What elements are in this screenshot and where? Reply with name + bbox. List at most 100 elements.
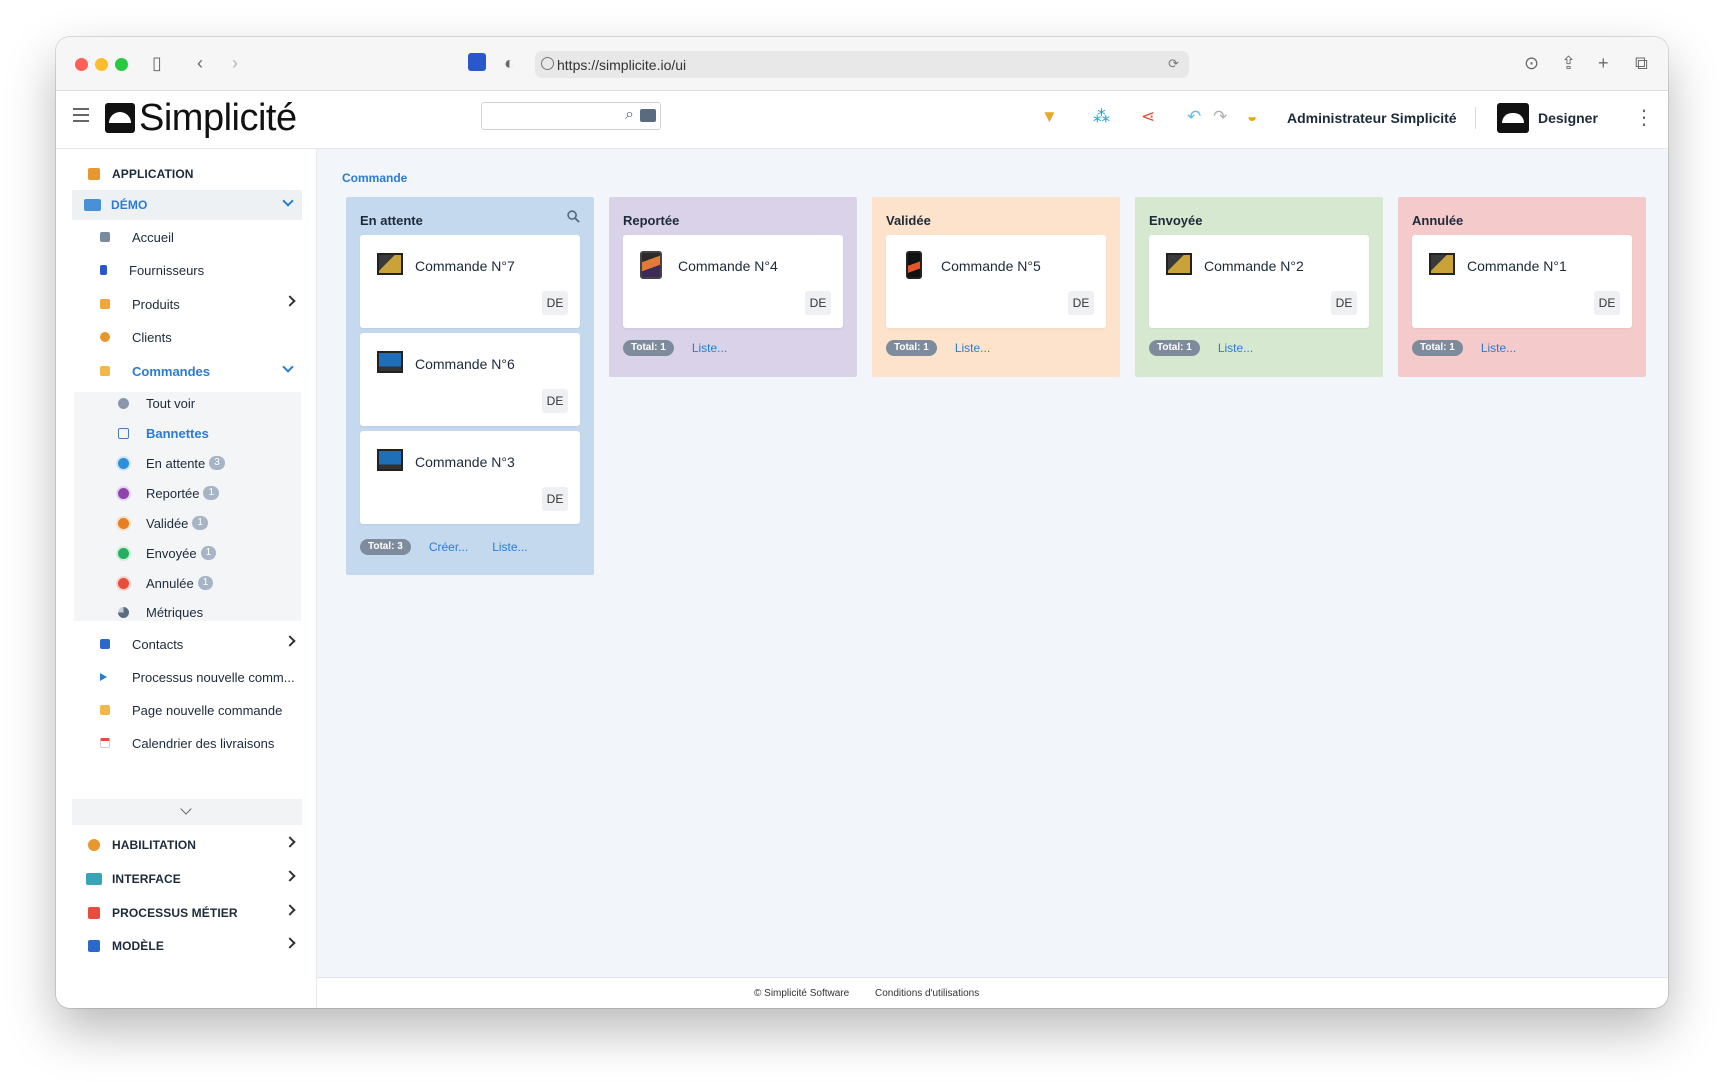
shield-icon[interactable]: ◐ — [504, 52, 515, 74]
sidebar-item-metriques[interactable]: Métriques — [118, 599, 298, 625]
chevron-right-icon — [284, 295, 296, 307]
sidebar-item-clients[interactable]: Clients — [100, 322, 302, 352]
molecule-icon[interactable]: ⁂ — [1093, 106, 1110, 128]
share-icon[interactable]: ⇪ — [1561, 52, 1576, 74]
play-icon — [100, 673, 107, 681]
card-tag: DE — [542, 291, 568, 315]
keyboard-icon[interactable] — [640, 109, 656, 122]
status-dot-icon — [118, 577, 129, 589]
laptop-thumbnail — [377, 449, 403, 471]
kanban-card[interactable]: Commande N°3 DE — [360, 431, 580, 524]
app-logo[interactable]: Simplicité — [105, 95, 297, 141]
kanban-card[interactable]: Commande N°5 DE — [886, 235, 1106, 328]
kanban-column: Envoyée Commande N°2 DE Total: 1 Liste..… — [1135, 197, 1383, 377]
genie-lamp-icon[interactable]: ◒ — [1247, 106, 1257, 128]
new-tab-icon[interactable]: + — [1598, 52, 1609, 74]
undo-icon[interactable]: ↶ — [1187, 106, 1201, 128]
designer-avatar[interactable] — [1497, 103, 1529, 133]
chevron-right-icon — [284, 870, 296, 882]
list-link[interactable]: Liste... — [492, 540, 527, 554]
card-tag: DE — [542, 389, 568, 413]
sidebar-item-page-nouvelle-commande[interactable]: Page nouvelle commande — [100, 695, 302, 725]
menu-icon[interactable] — [73, 108, 89, 122]
application-icon — [88, 168, 100, 180]
total-badge: Total: 1 — [886, 340, 937, 356]
sidebar-item-label: Annulée — [146, 575, 194, 591]
kanban-card[interactable]: Commande N°6 DE — [360, 333, 580, 426]
card-tag: DE — [1331, 291, 1357, 315]
sidebar-item-commandes[interactable]: Commandes — [100, 356, 302, 386]
sidebar-item-annulee[interactable]: Annulée 1 — [118, 570, 298, 596]
sidebar-section-label: DÉMO — [111, 198, 148, 212]
redo-icon[interactable]: ↷ — [1213, 106, 1227, 128]
kanban-card[interactable]: Commande N°2 DE — [1149, 235, 1369, 328]
breadcrumb[interactable]: Commande — [342, 171, 407, 185]
search-icon[interactable] — [567, 210, 580, 223]
sidebar-section-habilitation[interactable]: HABILITATION — [72, 830, 302, 860]
global-search: ⌕ — [481, 102, 661, 130]
status-dot-icon — [118, 547, 129, 559]
sidebar-item-produits[interactable]: Produits — [100, 289, 302, 319]
sidebar-item-bannettes[interactable]: Bannettes — [118, 420, 298, 446]
users-icon — [100, 332, 110, 342]
search-icon[interactable]: ⌕ — [625, 106, 634, 124]
sidebar-toggle-icon[interactable]: ▯ — [152, 52, 162, 74]
tabs-overview-icon[interactable]: ⧉ — [1635, 52, 1648, 74]
sidebar-item-calendrier[interactable]: Calendrier des livraisons — [100, 728, 302, 758]
app-header: Simplicité ⌕ ▼ ⁂ ⋖ ↶ ↷ ◒ Administrateur … — [56, 91, 1668, 149]
kanban-card[interactable]: Commande N°1 DE — [1412, 235, 1632, 328]
sidebar-item-envoyee[interactable]: Envoyée 1 — [118, 540, 298, 566]
designer-label[interactable]: Designer — [1538, 110, 1598, 126]
share-nodes-icon[interactable]: ⋖ — [1141, 106, 1155, 128]
sidebar-section-modele[interactable]: MODÈLE — [72, 931, 302, 961]
card-tag: DE — [542, 487, 568, 511]
list-link[interactable]: Liste... — [1218, 341, 1253, 355]
extension-icon[interactable] — [468, 53, 486, 71]
header-divider — [1475, 107, 1476, 129]
landscape-icon — [84, 199, 101, 211]
user-name[interactable]: Administrateur Simplicité — [1287, 110, 1457, 126]
list-link[interactable]: Liste... — [692, 341, 727, 355]
sidebar-section-processus-metier[interactable]: PROCESSUS MÉTIER — [72, 898, 302, 928]
address-bar[interactable]: https://simplicite.io/ui ⟳ — [535, 51, 1189, 78]
kanban-card[interactable]: Commande N°7 DE — [360, 235, 580, 328]
forward-icon[interactable]: › — [232, 52, 238, 74]
column-footer: Total: 1 Liste... — [1149, 339, 1277, 357]
sidebar-item-en-attente[interactable]: En attente 3 — [118, 450, 298, 476]
sidebar-item-accueil[interactable]: Accueil — [100, 222, 302, 252]
cart-icon — [100, 705, 110, 715]
sidebar-expand-more[interactable] — [72, 799, 302, 825]
reload-icon[interactable]: ⟳ — [1168, 56, 1179, 72]
total-badge: Total: 1 — [1412, 340, 1463, 356]
sidebar-item-tout-voir[interactable]: Tout voir — [118, 390, 298, 416]
sidebar-item-processus[interactable]: Processus nouvelle comm... — [100, 662, 302, 692]
sidebar-section-application[interactable]: APPLICATION — [72, 159, 302, 189]
create-link[interactable]: Créer... — [429, 540, 468, 554]
list-link[interactable]: Liste... — [955, 341, 990, 355]
more-options-icon[interactable]: ⋮ — [1634, 107, 1654, 129]
download-icon[interactable]: ⊙ — [1524, 52, 1539, 74]
sidebar-item-validee[interactable]: Validée 1 — [118, 510, 298, 536]
terms-link[interactable]: Conditions d'utilisations — [875, 988, 979, 999]
card-title: Commande N°6 — [415, 356, 515, 372]
sidebar-section-interface[interactable]: INTERFACE — [72, 864, 302, 894]
sidebar-item-reportee[interactable]: Reportée 1 — [118, 480, 298, 506]
sidebar-section-demo[interactable]: DÉMO — [72, 190, 302, 220]
sidebar-item-fournisseurs[interactable]: Fournisseurs — [100, 255, 302, 285]
zoom-window-button[interactable] — [115, 58, 128, 71]
list-link[interactable]: Liste... — [1481, 341, 1516, 355]
kanban-card[interactable]: Commande N°4 DE — [623, 235, 843, 328]
status-dot-icon — [118, 457, 129, 469]
sitemap-icon — [88, 940, 100, 952]
laptop-thumbnail — [1429, 253, 1455, 275]
search-input[interactable] — [488, 104, 616, 128]
card-title: Commande N°4 — [678, 258, 778, 274]
back-icon[interactable]: ‹ — [197, 52, 203, 74]
sidebar-item-label: Bannettes — [146, 425, 209, 441]
card-tag: DE — [1068, 291, 1094, 315]
close-window-button[interactable] — [75, 58, 88, 71]
total-badge: Total: 3 — [360, 539, 411, 555]
filter-search-icon[interactable]: ▼ — [1041, 106, 1058, 128]
minimize-window-button[interactable] — [95, 58, 108, 71]
sidebar-item-contacts[interactable]: Contacts — [100, 629, 302, 659]
